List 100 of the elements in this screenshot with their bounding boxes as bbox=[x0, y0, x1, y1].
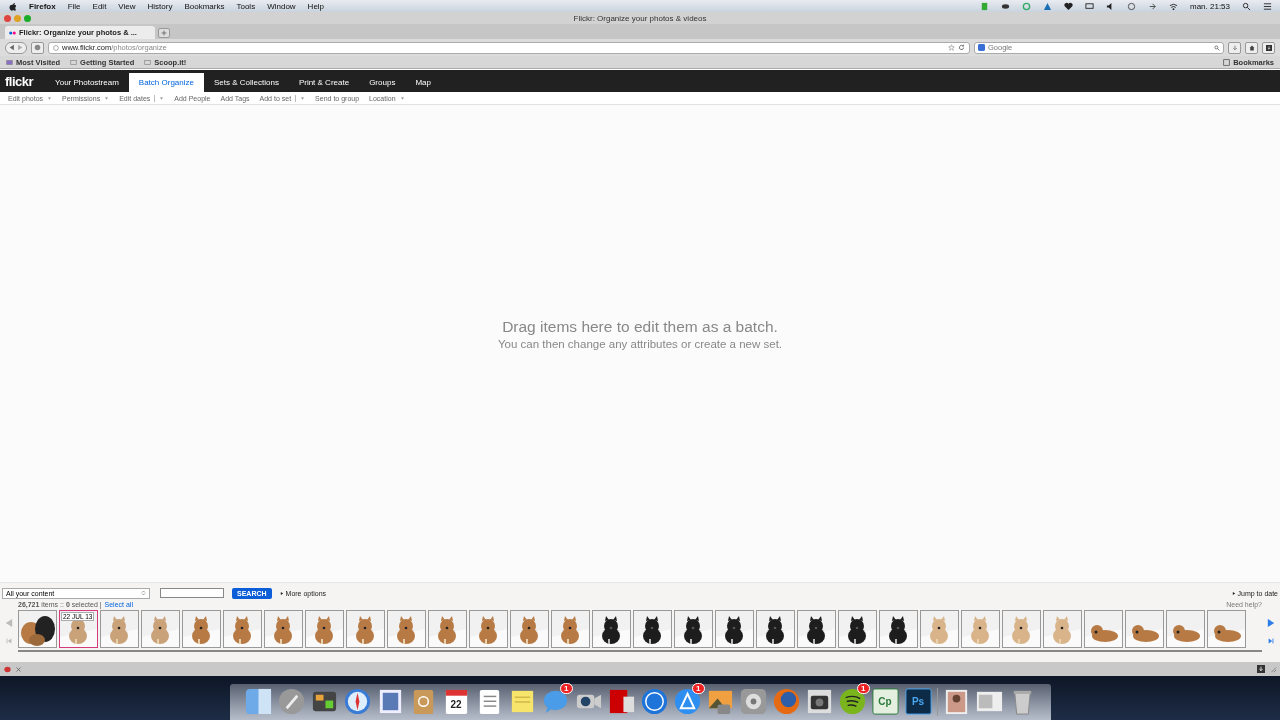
menu-clock[interactable]: man. 21:53 bbox=[1189, 1, 1230, 11]
photo-thumbnail[interactable] bbox=[428, 610, 467, 648]
notification-badge: 1 bbox=[857, 683, 870, 694]
updown-icon bbox=[141, 590, 146, 596]
close-button[interactable] bbox=[4, 14, 11, 22]
photo-thumbnail[interactable] bbox=[1043, 610, 1082, 648]
finder-icon[interactable] bbox=[243, 687, 273, 716]
caret-icon bbox=[399, 95, 405, 101]
nav-tab[interactable]: Batch Organize bbox=[128, 73, 204, 92]
search-icon bbox=[1214, 44, 1220, 51]
photo-thumbnail[interactable] bbox=[510, 610, 549, 648]
download-icon bbox=[1257, 665, 1265, 673]
nav-tab[interactable]: Map bbox=[405, 73, 441, 92]
close-icon bbox=[16, 666, 21, 672]
photo-thumbnail[interactable] bbox=[1166, 610, 1205, 648]
apple-icon bbox=[8, 1, 17, 11]
photo-thumbnail[interactable] bbox=[182, 610, 221, 648]
nav-tab[interactable]: Print & Create bbox=[288, 73, 360, 92]
arrow-icon bbox=[1147, 1, 1157, 11]
window-title: Flickr: Organize your photos & videos bbox=[573, 13, 707, 23]
last-icon bbox=[1268, 638, 1274, 644]
menu-item[interactable]: Bookmarks bbox=[184, 1, 225, 11]
new-tab-button[interactable] bbox=[158, 28, 170, 38]
left-arrow-icon bbox=[5, 618, 13, 628]
photo-thumbnail[interactable] bbox=[1084, 610, 1123, 648]
caret-icon bbox=[159, 95, 165, 101]
back-forward-button[interactable] bbox=[5, 41, 27, 54]
nav-tab[interactable]: Groups bbox=[359, 73, 406, 92]
search-icon bbox=[1242, 1, 1251, 11]
menu-item[interactable]: Help bbox=[307, 1, 325, 11]
menu-item[interactable]: History bbox=[147, 1, 173, 11]
bookmarks-icon bbox=[1223, 58, 1231, 66]
menu-item[interactable]: Window bbox=[267, 1, 296, 11]
menu-item[interactable]: Firefox bbox=[29, 1, 56, 11]
photo-thumbnail[interactable] bbox=[879, 610, 918, 648]
photo-thumbnail[interactable] bbox=[961, 610, 1000, 648]
photo-thumbnail[interactable] bbox=[756, 610, 795, 648]
menu-item[interactable]: Edit bbox=[92, 1, 107, 11]
heart-icon bbox=[1063, 1, 1073, 11]
triangle-icon bbox=[1231, 590, 1236, 596]
photo-thumbnail[interactable] bbox=[100, 610, 139, 648]
menu-item[interactable]: File bbox=[67, 1, 81, 11]
photo-thumbnail[interactable] bbox=[920, 610, 959, 648]
photo-thumbnail[interactable] bbox=[1002, 610, 1041, 648]
photo-thumbnail[interactable] bbox=[264, 610, 303, 648]
photo-thumbnail[interactable] bbox=[797, 610, 836, 648]
sync-icon bbox=[1021, 1, 1031, 11]
photoshop-icon[interactable]: Ps bbox=[903, 687, 933, 716]
plus-icon bbox=[161, 30, 167, 36]
notification-badge: 1 bbox=[692, 683, 705, 694]
photo-thumbnail[interactable] bbox=[1207, 610, 1246, 648]
resize-icon bbox=[1269, 665, 1277, 673]
page-icon bbox=[70, 58, 78, 66]
batch-hint: You can then change any attributes or create a new set. bbox=[497, 337, 783, 350]
search-input[interactable] bbox=[160, 588, 224, 598]
zoom-button[interactable] bbox=[24, 14, 31, 22]
caret-icon bbox=[300, 95, 306, 101]
dots-icon bbox=[9, 30, 16, 35]
triangle-icon bbox=[1042, 1, 1052, 11]
compass-icon[interactable] bbox=[342, 687, 372, 716]
page-icon bbox=[144, 58, 152, 66]
photo-thumbnail[interactable] bbox=[633, 610, 672, 648]
folder-icon bbox=[6, 58, 13, 66]
photo-thumbnail[interactable] bbox=[141, 610, 180, 648]
menu-item[interactable]: Tools bbox=[236, 1, 256, 11]
captivate-icon[interactable]: Cp bbox=[870, 687, 900, 716]
photo-thumbnail[interactable] bbox=[469, 610, 508, 648]
wifi-icon bbox=[1168, 1, 1178, 11]
photo-thumbnail[interactable] bbox=[387, 610, 426, 648]
photo-thumbnail[interactable] bbox=[1125, 610, 1164, 648]
identity-button[interactable] bbox=[31, 41, 44, 54]
nav-tab[interactable]: Sets & Collections bbox=[203, 73, 289, 92]
list-icon bbox=[1263, 1, 1272, 11]
notification-badge: 1 bbox=[560, 683, 573, 694]
photo-thumbnail[interactable] bbox=[715, 610, 754, 648]
photo-thumbnail[interactable] bbox=[305, 610, 344, 648]
right-arrow-icon bbox=[1267, 618, 1275, 628]
gear-icon[interactable] bbox=[738, 687, 768, 716]
save-button[interactable] bbox=[1262, 41, 1275, 54]
google-icon bbox=[978, 44, 985, 51]
photo-thumbnail[interactable] bbox=[674, 610, 713, 648]
photo-thumbnail[interactable] bbox=[346, 610, 385, 648]
screen-icon bbox=[1084, 1, 1094, 11]
photo-thumbnail[interactable] bbox=[551, 610, 590, 648]
menu-item[interactable]: View bbox=[118, 1, 136, 11]
home-button[interactable] bbox=[1245, 41, 1258, 54]
flickr-logo[interactable]: flickr bbox=[5, 73, 34, 89]
reload-icon bbox=[958, 44, 965, 51]
photo-thumbnail[interactable] bbox=[592, 610, 631, 648]
caret-icon bbox=[47, 95, 53, 101]
caret-icon bbox=[104, 95, 110, 101]
photo-thumbnail[interactable] bbox=[838, 610, 877, 648]
triangle-icon bbox=[279, 590, 284, 596]
home-icon bbox=[1248, 44, 1255, 51]
nav-tab[interactable]: Your Photostream bbox=[45, 73, 129, 92]
photo-thumbnail[interactable] bbox=[18, 610, 57, 648]
download-button[interactable] bbox=[1228, 41, 1241, 54]
photo-thumbnail[interactable] bbox=[223, 610, 262, 648]
arrows-icon bbox=[8, 44, 24, 51]
batch-headline: Drag items here to edit them as a batch. bbox=[502, 317, 778, 336]
